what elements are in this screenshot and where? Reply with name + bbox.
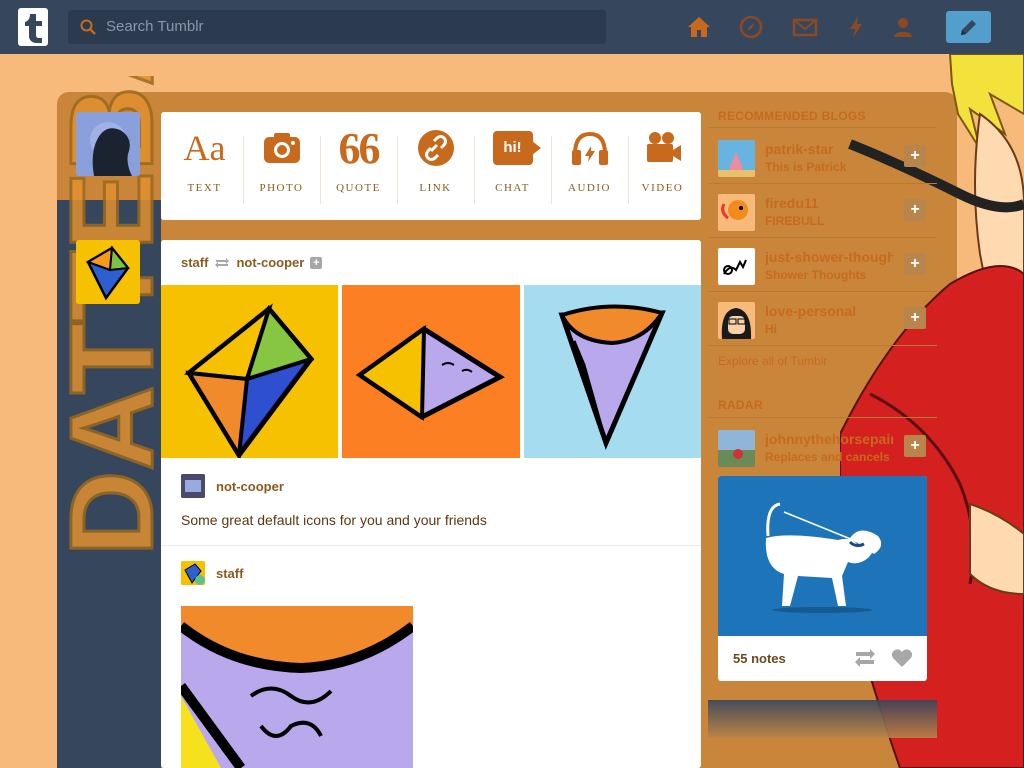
dashboard-post: staff not-cooper + not-cooper Some great…: [161, 240, 701, 768]
blog-title: FIREBULL: [765, 214, 825, 228]
post-photo[interactable]: [524, 285, 701, 458]
secondary-blog-avatar[interactable]: [76, 240, 140, 304]
activity-lightning-icon[interactable]: [843, 14, 869, 40]
silhouette-avatar-icon: [76, 112, 140, 176]
blog-avatar-image: [718, 302, 755, 339]
post-photo[interactable]: [161, 285, 338, 458]
text-aa-icon: Aa: [183, 128, 226, 168]
kite-avatar-icon: [76, 240, 140, 304]
follow-plus-button[interactable]: +: [904, 435, 926, 457]
cone-closeup-image: [181, 606, 413, 768]
follow-plus-button[interactable]: +: [904, 253, 926, 275]
notes-count[interactable]: 55 notes: [733, 651, 786, 666]
post-type-label: TEXT: [187, 182, 222, 194]
video-camera-icon: [646, 132, 681, 162]
kite-icon-image: [183, 303, 315, 458]
post-divider: [161, 545, 701, 546]
blog-avatar-image: [718, 140, 755, 177]
blog-name[interactable]: patrik-star: [765, 141, 893, 157]
like-heart-icon[interactable]: [891, 649, 913, 668]
second-author-name[interactable]: staff: [216, 566, 243, 581]
recommended-blog-item[interactable]: just-shower-thoughts Shower Thoughts +: [708, 239, 937, 292]
blog-avatar-image: [718, 248, 755, 285]
quote-icon: 66: [338, 123, 381, 173]
author-avatar[interactable]: [181, 474, 205, 498]
account-person-icon[interactable]: [890, 14, 916, 40]
recommended-blog-item[interactable]: love-personal Hi +: [708, 293, 937, 346]
radar-post-image: [718, 476, 927, 636]
blog-title: This is Patrick: [765, 160, 847, 174]
blog-avatar[interactable]: [718, 248, 755, 285]
post-type-video[interactable]: VIDEO: [624, 112, 701, 220]
radar-title: RADAR: [718, 398, 763, 412]
search-icon: [80, 19, 96, 35]
tumblr-logo-icon[interactable]: [18, 8, 48, 46]
kite-avatar-icon: [181, 561, 205, 585]
blog-avatar[interactable]: [718, 302, 755, 339]
radar-post-card[interactable]: 55 notes: [718, 476, 927, 681]
post-type-label: PHOTO: [259, 182, 304, 194]
radar-blog-item[interactable]: johnnythehorsepainter Replaces and cance…: [708, 421, 937, 474]
follow-plus-button[interactable]: +: [904, 199, 926, 221]
post-type-photo[interactable]: PHOTO: [243, 112, 320, 220]
follow-plus-button[interactable]: +: [904, 145, 926, 167]
recommended-blog-item[interactable]: patrik-star This is Patrick +: [708, 131, 937, 184]
blog-title: Shower Thoughts: [765, 268, 867, 282]
top-navigation-bar: Search Tumblr: [0, 0, 1024, 54]
post-type-label: AUDIO: [568, 182, 611, 194]
blog-avatar-image: [718, 194, 755, 231]
blog-name[interactable]: johnnythehorsepainter: [765, 431, 893, 447]
reblogged-from-name[interactable]: not-cooper: [236, 255, 304, 270]
diamond-icon-image: [355, 325, 506, 421]
blog-name[interactable]: just-shower-thoughts: [765, 249, 893, 265]
search-box[interactable]: Search Tumblr: [68, 10, 606, 44]
staff-avatar[interactable]: [181, 561, 205, 585]
reblog-header: staff not-cooper +: [181, 255, 323, 270]
headphones-icon: [571, 131, 608, 165]
explore-all-link[interactable]: Explore all of Tumblr: [718, 354, 827, 368]
author-avatar-image: [181, 474, 205, 498]
recommended-blogs-title: RECOMMENDED BLOGS: [718, 109, 866, 123]
blog-title: Replaces and cancels: [765, 450, 890, 464]
reblog-icon: [215, 257, 230, 268]
post-type-text[interactable]: Aa TEXT: [166, 112, 243, 220]
compose-button[interactable]: [946, 11, 991, 43]
post-caption: Some great default icons for you and you…: [181, 512, 487, 528]
post-type-quote[interactable]: 66 QUOTE: [320, 112, 397, 220]
post-type-label: LINK: [419, 182, 452, 194]
explore-compass-icon[interactable]: [738, 14, 764, 40]
blog-name[interactable]: love-personal: [765, 303, 893, 319]
blog-title: Hi: [765, 322, 777, 336]
post-type-label: VIDEO: [641, 182, 684, 194]
blog-avatar[interactable]: [718, 194, 755, 231]
post-photo[interactable]: [342, 285, 520, 458]
reblogger-name[interactable]: staff: [181, 255, 208, 270]
blog-avatar-image: [718, 430, 755, 467]
post-type-label: CHAT: [495, 182, 530, 194]
post-photo-large[interactable]: [181, 606, 413, 768]
inbox-icon[interactable]: [792, 14, 818, 40]
home-icon[interactable]: [686, 14, 712, 40]
post-author-name[interactable]: not-cooper: [216, 479, 284, 494]
chat-bubble-icon: hi!: [492, 131, 541, 165]
link-icon: [417, 130, 454, 166]
post-type-audio[interactable]: AUDIO: [551, 112, 628, 220]
blog-avatar[interactable]: [718, 140, 755, 177]
user-avatar[interactable]: [76, 112, 140, 176]
post-type-link[interactable]: LINK: [397, 112, 474, 220]
post-type-chat[interactable]: hi! CHAT: [474, 112, 551, 220]
search-input[interactable]: Search Tumblr: [106, 18, 204, 35]
follow-plus-icon[interactable]: +: [310, 256, 323, 269]
pencil-icon: [961, 20, 976, 35]
post-type-bar: Aa TEXT PHOTO 66 QUOTE LINK hi! CHAT AUD…: [161, 112, 701, 220]
reblog-icon[interactable]: [854, 649, 876, 667]
blog-avatar[interactable]: [718, 430, 755, 467]
post-type-label: QUOTE: [336, 182, 381, 194]
sidebar-footer-shadow: [708, 700, 937, 738]
follow-plus-button[interactable]: +: [904, 307, 926, 329]
camera-icon: [263, 133, 300, 163]
blog-name[interactable]: firedu11: [765, 195, 893, 211]
recommended-blog-item[interactable]: firedu11 FIREBULL +: [708, 185, 937, 238]
cone-icon-image: [558, 304, 666, 450]
